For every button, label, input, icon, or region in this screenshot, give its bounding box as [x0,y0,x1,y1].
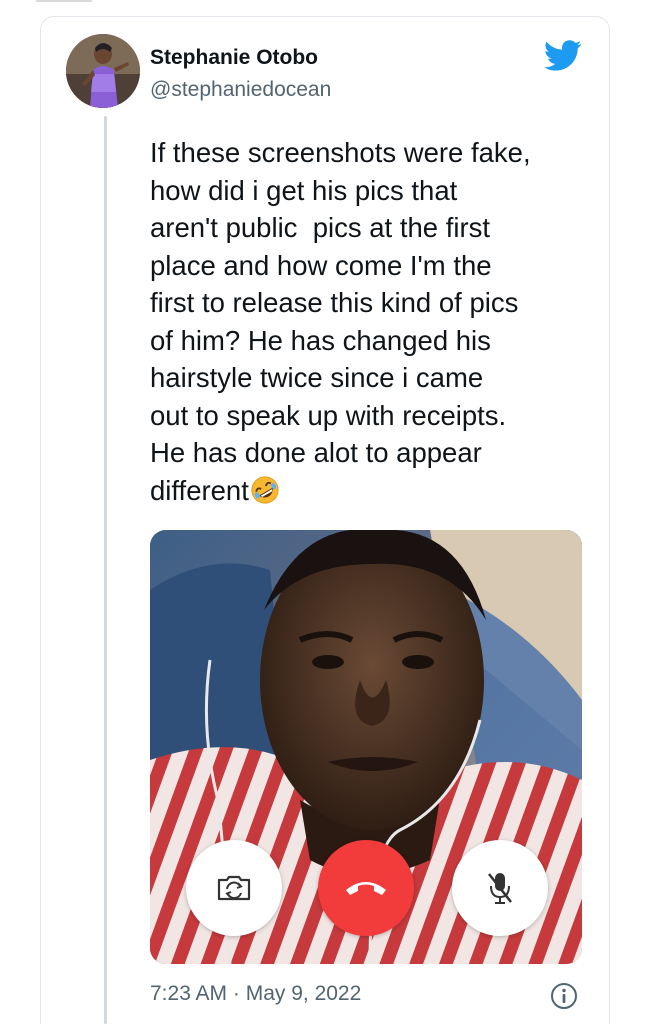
tweet-body: If these screenshots were fake, how did … [150,137,531,506]
tweet-timestamp[interactable]: 7:23 AM · May 9, 2022 [150,982,361,1006]
divider [36,0,92,2]
end-call-button[interactable] [318,840,414,936]
twitter-bird-icon[interactable] [544,40,582,72]
switch-camera-icon [217,875,251,901]
mute-button[interactable] [452,840,548,936]
avatar[interactable] [66,34,140,108]
info-icon[interactable] [550,982,578,1010]
avatar-image [66,34,140,108]
tweet-media-video-call[interactable] [150,530,582,964]
tweet-text: If these screenshots were fake, how did … [150,134,590,509]
tweet-screenshot: Stephanie Otobo @stephaniedocean If thes… [0,0,648,1024]
author-display-name[interactable]: Stephanie Otobo [150,46,318,70]
thread-line [104,116,107,1024]
switch-camera-button[interactable] [186,840,282,936]
microphone-muted-icon [488,873,512,904]
hang-up-icon [346,882,386,895]
author-handle[interactable]: @stephaniedocean [150,78,331,102]
rolling-laughing-emoji-icon [251,475,279,504]
